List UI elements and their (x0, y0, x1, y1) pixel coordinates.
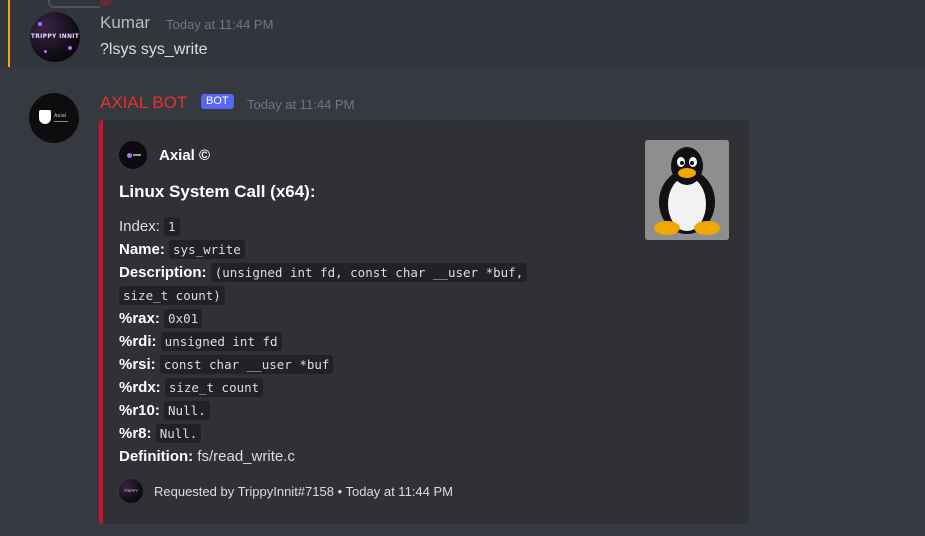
footer-separator: • (337, 483, 343, 499)
rax-value: 0x01 (164, 309, 203, 328)
rsi-value: const char __user *buf (159, 355, 334, 374)
embed: Axial © Linux System Call (x64): Index: … (99, 120, 749, 524)
axial-logo-icon (39, 110, 51, 124)
embed-footer: TRIPPY Requested by TrippyInnit#7158 • T… (119, 479, 453, 503)
field-rdi: %rdi: unsigned int fd (119, 332, 282, 351)
field-rsi: %rsi: const char __user *buf (119, 355, 334, 374)
timestamp: Today at 11:44 PM (247, 97, 355, 112)
reply-avatar-icon[interactable] (100, 0, 112, 6)
bot-badge: BOT (201, 94, 234, 109)
embed-author: Axial © (119, 141, 210, 169)
definition-value: fs/read_write.c (197, 448, 295, 465)
field-index: Index: 1 (119, 217, 180, 236)
tux-penguin-icon[interactable] (645, 140, 729, 240)
rdi-value: unsigned int fd (160, 332, 282, 351)
reply-connector (48, 0, 100, 8)
mention-highlight-bar (8, 0, 10, 67)
field-definition: Definition: fs/read_write.c (119, 448, 295, 465)
name-value: sys_write (169, 240, 245, 259)
field-name: Name: sys_write (119, 240, 245, 259)
footer-requested-by: Requested by TrippyInnit#7158 (154, 483, 334, 499)
username[interactable]: Kumar (100, 13, 150, 33)
footer-avatar-icon: TRIPPY (119, 479, 143, 503)
message-kumar: TRIPPY INNIT Kumar Today at 11:44 PM ?ls… (0, 0, 925, 67)
r8-value: Null. (155, 424, 202, 443)
author-name: Axial © (159, 146, 211, 164)
field-description-cont: size_t count) (119, 286, 225, 305)
description-value-line2: size_t count) (119, 286, 225, 305)
r10-value: Null. (164, 401, 210, 420)
username[interactable]: AXIAL BOT (100, 93, 187, 113)
footer-text: Requested by TrippyInnit#7158 • Today at… (154, 484, 453, 499)
field-r8: %r8: Null. (119, 424, 202, 443)
field-r10: %r10: Null. (119, 401, 210, 420)
avatar-label: Axial (54, 113, 67, 119)
avatar-label: TRIPPY INNIT (30, 33, 80, 40)
field-rax: %rax: 0x01 (119, 309, 203, 328)
description-value-line1: (unsigned int fd, const char __user *buf… (210, 263, 528, 282)
field-rdx: %rdx: size_t count (119, 378, 264, 397)
field-description: Description: (unsigned int fd, const cha… (119, 263, 528, 282)
author-icon (119, 141, 147, 169)
timestamp: Today at 11:44 PM (166, 17, 274, 32)
rdx-value: size_t count (164, 378, 264, 397)
footer-timestamp: Today at 11:44 PM (345, 483, 453, 499)
avatar[interactable]: Axial (29, 93, 79, 143)
avatar[interactable]: TRIPPY INNIT (30, 12, 80, 62)
message-content: ?lsys sys_write (100, 41, 208, 58)
embed-title: Linux System Call (x64): (119, 182, 316, 201)
index-value: 1 (164, 217, 180, 236)
